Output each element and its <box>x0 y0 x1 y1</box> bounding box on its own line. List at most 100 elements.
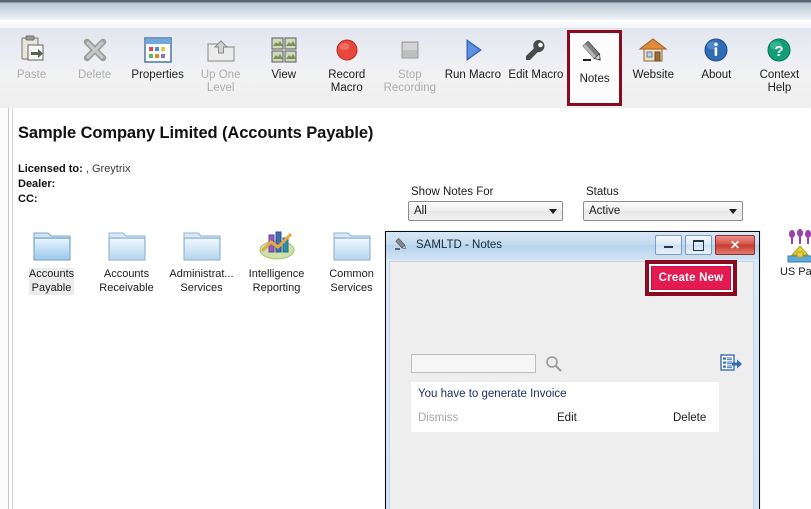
page-title: Sample Company Limited (Accounts Payable… <box>18 124 374 142</box>
chart-folder-icon <box>255 226 299 266</box>
licensed-to-label: Licensed to: <box>18 163 83 175</box>
dealer-row: Dealer: <box>18 177 130 192</box>
license-info: Licensed to: , Greytrix Dealer: CC: <box>18 162 130 207</box>
folder-label: Intelligence Reporting <box>248 268 305 294</box>
properties-icon <box>141 34 175 66</box>
folder-icon <box>180 226 224 266</box>
paste-icon <box>15 34 49 66</box>
toolbar-button-up-one-level[interactable]: Up One Level <box>189 28 252 106</box>
show-notes-for-value: All <box>414 205 427 217</box>
toolbar-label: Notes <box>579 73 610 85</box>
toolbar-button-stop-recording[interactable]: Stop Recording <box>378 28 441 106</box>
minimize-button[interactable] <box>655 235 682 255</box>
payroll-icon <box>782 226 811 266</box>
create-new-label: Create New <box>658 272 724 284</box>
licensed-to-row: Licensed to: , Greytrix <box>18 162 130 177</box>
window-controls: ✕ <box>655 235 755 255</box>
window-chrome-top <box>0 0 811 20</box>
window-chrome-top-secondary <box>0 20 811 28</box>
toolbar-label: Context Help <box>759 69 800 94</box>
close-button[interactable]: ✕ <box>715 235 755 255</box>
up-one-level-icon <box>204 34 238 66</box>
toolbar-button-about[interactable]: About <box>685 28 748 106</box>
note-delete-action[interactable]: Delete <box>673 412 706 424</box>
status-label: Status <box>586 186 619 198</box>
folder-label: US Payro <box>779 266 811 278</box>
about-info-icon <box>699 34 733 66</box>
toolbar-label: Delete <box>77 69 112 81</box>
delete-icon <box>78 34 112 66</box>
stop-recording-icon <box>393 34 427 66</box>
folder-label: Accounts Receivable <box>99 268 154 294</box>
cc-row: CC: <box>18 192 130 207</box>
note-text: You have to generate Invoice <box>418 388 567 400</box>
pencil-icon <box>394 237 410 253</box>
toolbar-label: Properties <box>131 69 184 81</box>
status-select[interactable]: Active <box>583 201 743 221</box>
left-rail-inner <box>9 108 13 509</box>
main-toolbar: Paste Delete Properties Up One Level Vie… <box>0 28 811 109</box>
maximize-button[interactable] <box>685 235 712 255</box>
folder-item-us-payroll[interactable]: US Payro <box>766 226 811 280</box>
note-list-item: You have to generate Invoice Dismiss Edi… <box>411 382 719 432</box>
toolbar-label: Stop Recording <box>383 69 437 94</box>
create-new-highlight-box: Create New <box>645 260 737 296</box>
chevron-down-icon <box>544 208 562 214</box>
toolbar-label: Website <box>632 69 674 81</box>
toolbar-button-notes[interactable]: Notes <box>567 30 622 106</box>
toolbar-label: Run Macro <box>444 69 501 81</box>
cc-label: CC: <box>18 193 38 205</box>
folder-label: Administrat... Services <box>169 268 234 294</box>
main-client-area: Sample Company Limited (Accounts Payable… <box>0 108 811 509</box>
context-help-icon: ? <box>762 34 796 66</box>
toolbar-button-edit-macro[interactable]: Edit Macro <box>504 28 567 106</box>
search-icon[interactable] <box>545 355 563 373</box>
toolbar-label: About <box>701 69 732 81</box>
folder-item-accounts-payable[interactable]: Accounts Payable <box>14 226 89 295</box>
edit-macro-icon <box>519 34 553 66</box>
minimize-glyph <box>664 243 673 248</box>
notes-pencil-icon <box>578 38 612 70</box>
show-notes-for-select[interactable]: All <box>408 201 563 221</box>
toolbar-button-context-help[interactable]: ? Context Help <box>748 28 811 106</box>
toolbar-label: Paste <box>16 69 47 81</box>
toolbar-label: View <box>271 69 297 81</box>
note-edit-action[interactable]: Edit <box>557 412 577 424</box>
search-input[interactable] <box>411 354 536 373</box>
dialog-title-text: SAMLTD - Notes <box>416 239 503 251</box>
folder-item-intelligence-reporting[interactable]: Intelligence Reporting <box>239 226 314 295</box>
chevron-down-icon <box>724 208 742 214</box>
folder-label: Accounts Payable <box>28 268 75 295</box>
status-value: Active <box>589 205 621 217</box>
dialog-title-bar[interactable]: SAMLTD - Notes ✕ <box>386 232 759 258</box>
folder-item-common-services[interactable]: Common Services <box>314 226 389 295</box>
close-icon: ✕ <box>729 238 741 252</box>
export-list-icon[interactable] <box>720 353 742 374</box>
folder-item-accounts-receivable[interactable]: Accounts Receivable <box>89 226 164 295</box>
toolbar-button-record-macro[interactable]: Record Macro <box>315 28 378 106</box>
record-macro-icon <box>330 34 364 66</box>
toolbar-button-paste[interactable]: Paste <box>0 28 63 106</box>
note-dismiss-action[interactable]: Dismiss <box>418 412 458 424</box>
toolbar-button-properties[interactable]: Properties <box>126 28 189 106</box>
toolbar-button-delete[interactable]: Delete <box>63 28 126 106</box>
show-notes-for-label: Show Notes For <box>411 186 494 198</box>
toolbar-button-run-macro[interactable]: Run Macro <box>441 28 504 106</box>
toolbar-button-view[interactable]: View <box>252 28 315 106</box>
create-new-button[interactable]: Create New <box>651 266 731 290</box>
dealer-label: Dealer: <box>18 178 56 190</box>
toolbar-label: Edit Macro <box>508 69 564 81</box>
folder-icon <box>330 226 374 266</box>
folder-label: Common Services <box>329 268 374 294</box>
toolbar-button-website[interactable]: Website <box>622 28 685 106</box>
left-rail <box>0 108 9 509</box>
folder-icon <box>105 226 149 266</box>
view-icon <box>267 34 301 66</box>
run-macro-icon <box>456 34 490 66</box>
folder-grid: Accounts Payable Accounts Receivable Adm… <box>14 226 389 295</box>
licensed-to-value: , Greytrix <box>85 163 131 175</box>
maximize-glyph <box>693 239 704 251</box>
folder-item-administrative-services[interactable]: Administrat... Services <box>164 226 239 295</box>
toolbar-label: Up One Level <box>200 69 241 94</box>
toolbar-label: Record Macro <box>328 69 366 94</box>
